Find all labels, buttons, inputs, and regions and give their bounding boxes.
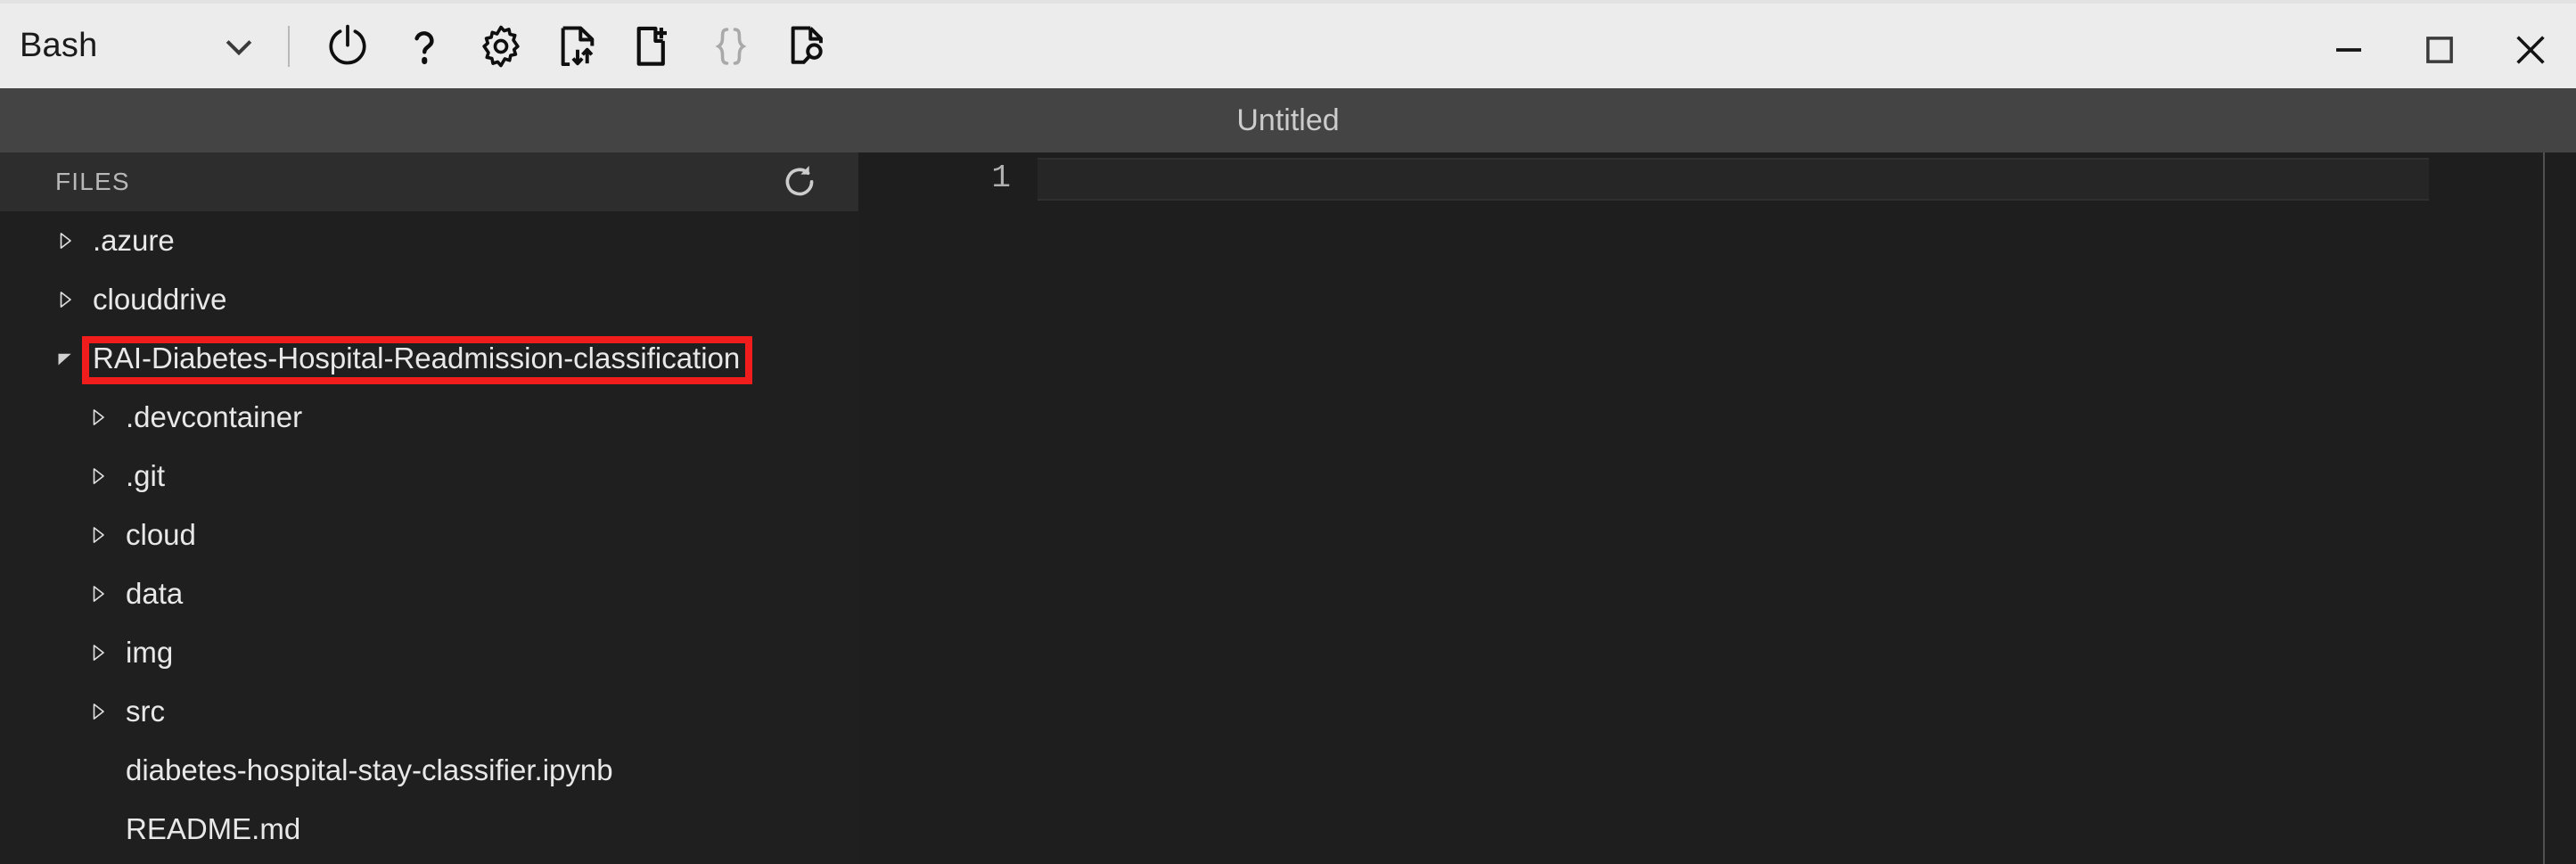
help-question-icon[interactable] [386, 11, 463, 82]
tree-item[interactable]: diabetes-hospital-stay-classifier.ipynb [0, 741, 858, 800]
tree-item[interactable]: img [0, 623, 858, 682]
tree-item-label: img [126, 636, 174, 669]
page-title: Untitled [1236, 103, 1340, 137]
tree-item[interactable]: clouddrive [0, 270, 858, 329]
active-line-highlight [1038, 158, 2429, 201]
tree-item[interactable]: .devcontainer [0, 388, 858, 447]
chevron-collapsed-icon[interactable] [85, 580, 111, 607]
chevron-collapsed-icon[interactable] [85, 639, 111, 666]
chevron-expanded-icon[interactable] [52, 345, 78, 372]
tree-item-label: data [126, 577, 184, 610]
shell-selector[interactable]: Bash [0, 2, 263, 90]
window-controls [2303, 7, 2576, 92]
power-icon[interactable] [309, 11, 386, 82]
line-number-gutter: 1 [858, 152, 1038, 864]
overview-ruler[interactable] [2545, 152, 2576, 864]
code-editor[interactable]: 1 [858, 152, 2576, 864]
tree-item-label: README.md [126, 812, 301, 845]
chevron-collapsed-icon[interactable] [85, 404, 111, 431]
chevron-collapsed-icon[interactable] [52, 286, 78, 313]
shell-name-label: Bash [20, 27, 98, 64]
files-sidebar: FILES .azure clouddrive RAI-Diabetes-Hospi… [0, 152, 858, 864]
chevron-collapsed-icon[interactable] [85, 463, 111, 490]
tree-item[interactable]: data [0, 564, 858, 623]
tree-item-label: cloud [126, 518, 196, 551]
tree-item[interactable]: RAI-Diabetes-Hospital-Readmission-classi… [0, 329, 858, 388]
file-search-icon[interactable] [769, 11, 846, 82]
top-toolbar: Bash [0, 0, 2576, 88]
tree-item[interactable]: .git [0, 447, 858, 506]
tree-item-label: .devcontainer [126, 400, 303, 433]
refresh-icon[interactable] [776, 159, 823, 205]
chevron-down-icon[interactable] [215, 22, 263, 70]
chevron-collapsed-icon[interactable] [85, 698, 111, 725]
new-file-icon[interactable] [616, 11, 693, 82]
editor-title-bar: Untitled [0, 88, 2576, 152]
minimize-button[interactable] [2303, 7, 2394, 92]
file-tree: .azure clouddrive RAI-Diabetes-Hospital-Re… [0, 211, 858, 859]
chevron-collapsed-icon[interactable] [52, 227, 78, 254]
tree-item-label: src [126, 695, 165, 728]
tree-item-label: RAI-Diabetes-Hospital-Readmission-classi… [93, 341, 741, 374]
tree-item-label: clouddrive [93, 283, 227, 316]
toolbar-divider [288, 25, 291, 67]
tree-item-label: .git [126, 459, 166, 492]
tree-item-label: .azure [93, 224, 175, 257]
files-header-label: FILES [55, 168, 130, 195]
tree-item[interactable]: .azure [0, 211, 858, 270]
chevron-collapsed-icon[interactable] [85, 522, 111, 548]
tree-item-label: diabetes-hospital-stay-classifier.ipynb [126, 753, 613, 786]
line-number: 1 [991, 160, 1011, 196]
braces-icon[interactable] [693, 11, 769, 82]
tree-item[interactable]: cloud [0, 506, 858, 564]
tree-item[interactable]: src [0, 682, 858, 741]
upload-download-file-icon[interactable] [539, 11, 616, 82]
files-header: FILES [0, 152, 858, 211]
maximize-button[interactable] [2394, 7, 2485, 92]
gear-icon[interactable] [463, 11, 539, 82]
tree-item[interactable]: README.md [0, 800, 858, 859]
close-button[interactable] [2485, 7, 2576, 92]
